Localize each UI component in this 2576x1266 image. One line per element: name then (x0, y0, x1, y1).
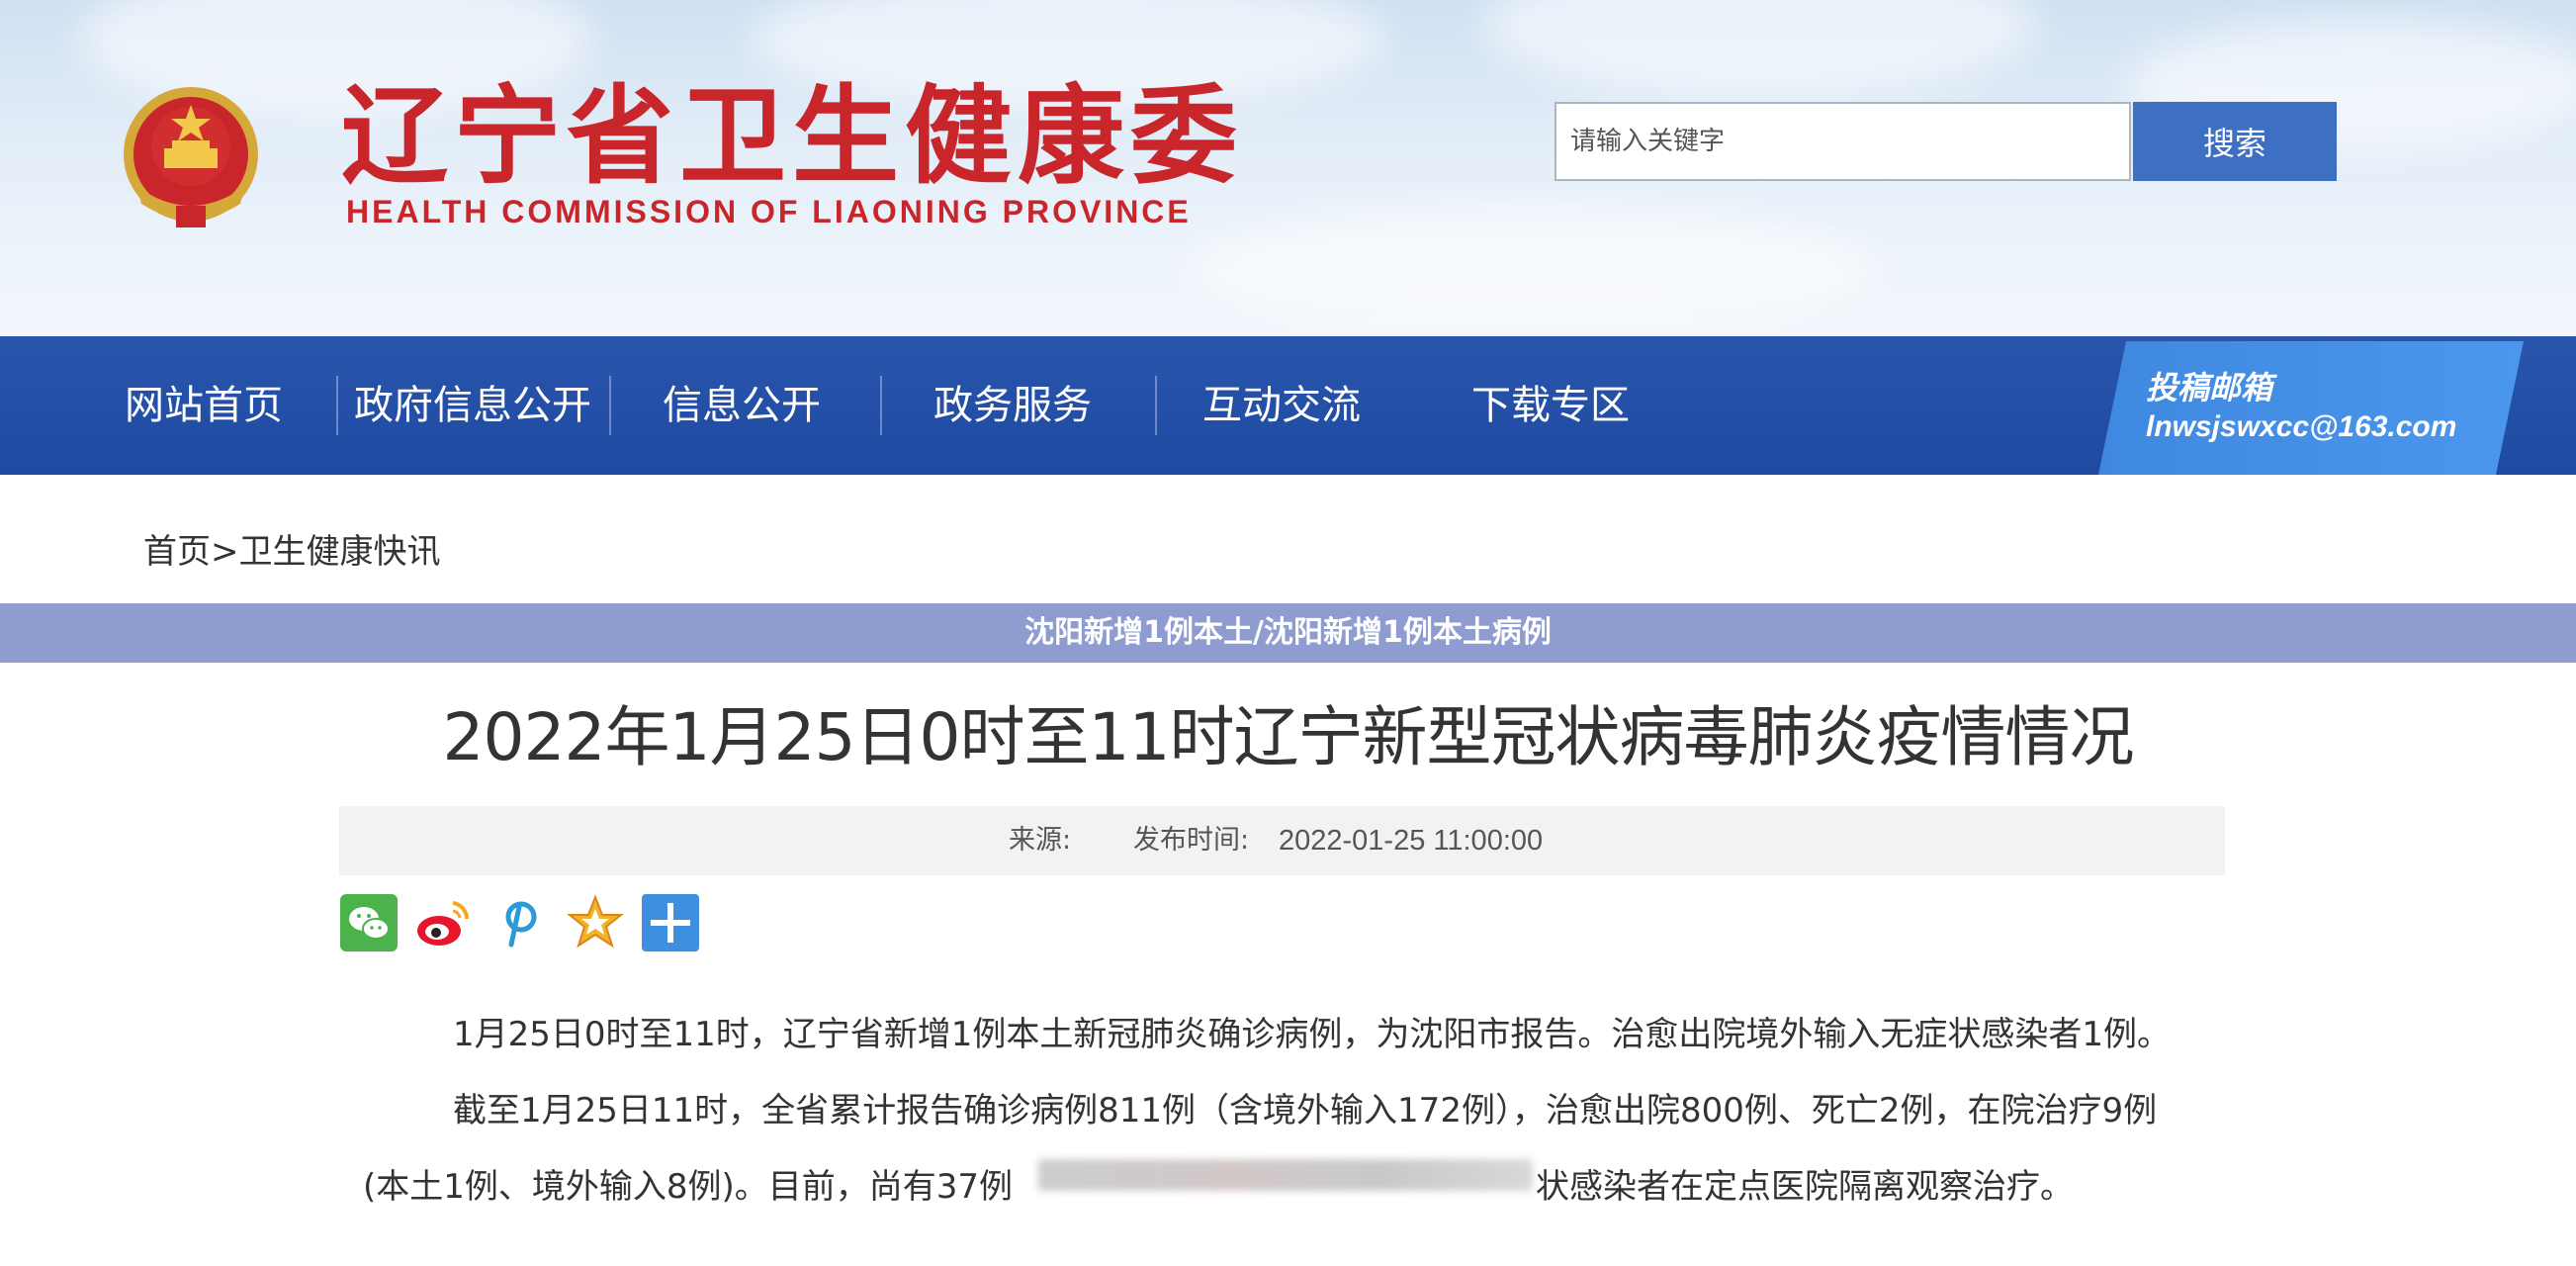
wechat-icon[interactable] (339, 893, 399, 952)
breadcrumb-home-link[interactable]: 首页 (143, 532, 211, 572)
pinterest-icon[interactable] (489, 893, 549, 952)
article-meta-bar: 来源: 发布时间: 2022-01-25 11:00:00 (339, 806, 2225, 875)
article-paragraph-2: 截至1月25日11时，全省累计报告确诊病例811例（含境外输入172例），治愈出… (453, 1091, 2158, 1130)
email-address[interactable]: lnwsjswxcc@163.com (2146, 410, 2456, 444)
nav-item-info-public[interactable]: 信息公开 (663, 376, 821, 435)
breadcrumb: 首页>卫生健康快讯 (143, 524, 441, 573)
site-title: 辽宁省卫生健康委 (341, 74, 1244, 199)
nav-divider (880, 376, 882, 435)
nav-divider (1155, 376, 1157, 435)
site-subtitle: HEALTH COMMISSION OF LIAONING PROVINCE (346, 194, 1192, 229)
breadcrumb-section-link[interactable]: 卫生健康快讯 (239, 532, 441, 572)
source-label: 来源: (1009, 825, 1072, 856)
nav-divider (336, 376, 338, 435)
nav-divider (609, 376, 611, 435)
breadcrumb-separator: > (211, 532, 239, 572)
nav-item-gov-info[interactable]: 政府信息公开 (354, 376, 591, 435)
weibo-icon[interactable] (413, 893, 473, 952)
nav-item-home[interactable]: 网站首页 (125, 376, 283, 435)
article-title: 2022年1月25日0时至11时辽宁新型冠状病毒肺炎疫情情况 (442, 699, 2135, 775)
search-input[interactable] (1554, 102, 2131, 181)
article-paragraph-1: 1月25日0时至11时，辽宁省新增1例本土新冠肺炎确诊病例，为沈阳市报告。治愈出… (453, 1015, 2172, 1054)
search-button[interactable]: 搜索 (2133, 102, 2337, 181)
nav-item-downloads[interactable]: 下载专区 (1471, 376, 1630, 435)
nav-item-services[interactable]: 政务服务 (933, 376, 1092, 435)
national-emblem-icon (124, 87, 258, 227)
article-paragraph-2-continued: (本土1例、境外输入8例)。目前，尚有37例 (363, 1167, 1014, 1207)
article-paragraph-2-end: 状感染者在定点医院隔离观察治疗。 (1536, 1167, 2074, 1207)
nav-item-interaction[interactable]: 互动交流 (1202, 376, 1361, 435)
add-plus-icon[interactable] (641, 893, 700, 952)
favorite-star-icon[interactable] (566, 893, 625, 952)
email-label: 投稿邮箱 (2146, 369, 2273, 407)
publish-time-label: 发布时间: (1133, 825, 1250, 856)
blurred-text-region (1038, 1159, 1533, 1191)
submission-email-box[interactable]: 投稿邮箱 lnwsjswxcc@163.com (2098, 341, 2524, 475)
publish-time-value: 2022-01-25 11:00:00 (1279, 825, 1544, 857)
overlay-caption-banner: 沈阳新增1例本土/沈阳新增1例本土病例 (0, 603, 2576, 663)
